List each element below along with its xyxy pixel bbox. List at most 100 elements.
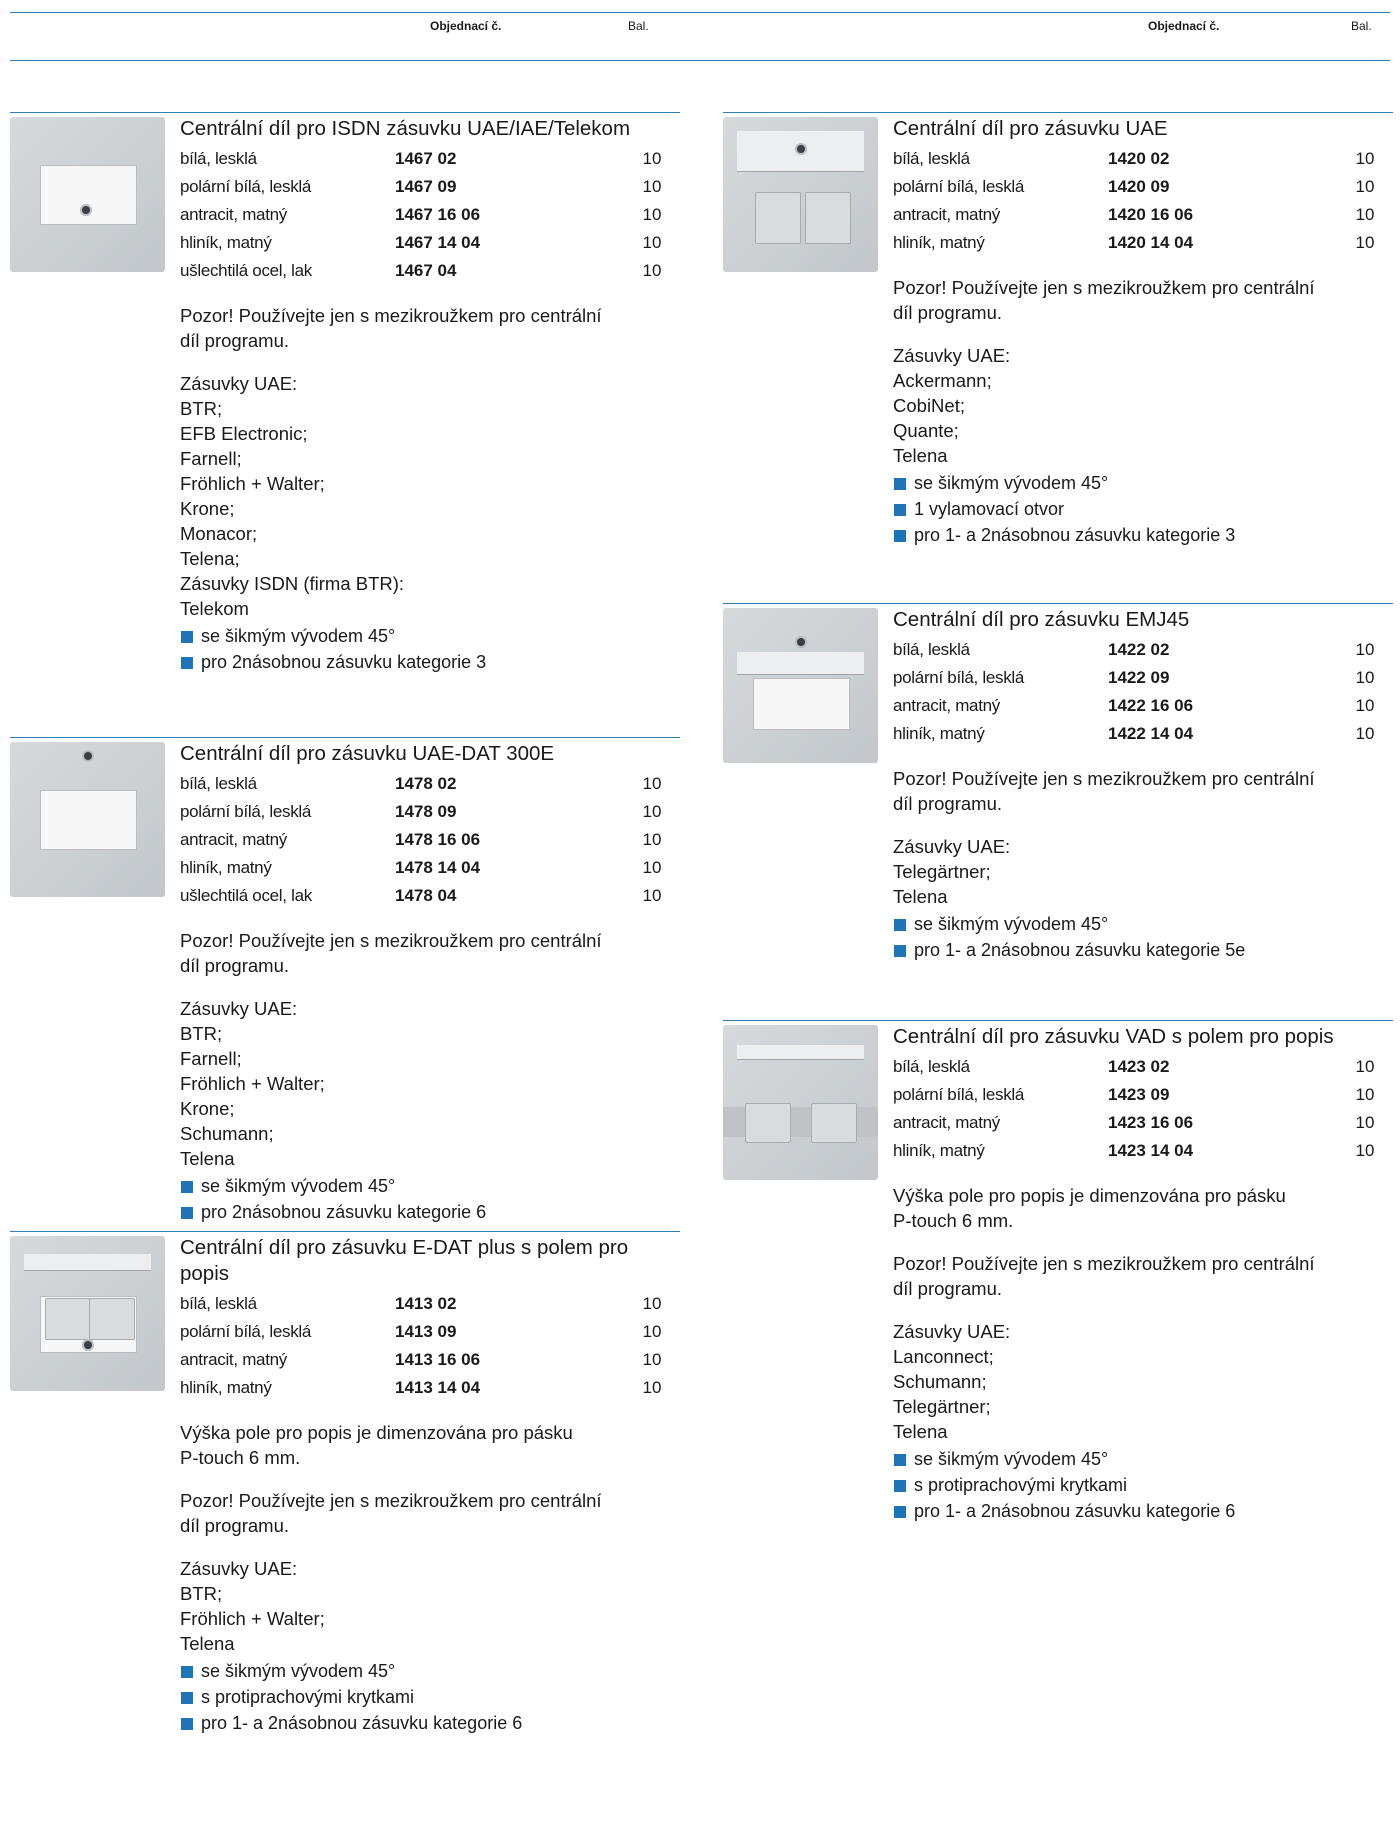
pack-quantity: 10 (642, 149, 662, 168)
header-order-label-left: Objednací č. (430, 19, 502, 33)
feature-item: pro 1- a 2násobnou zásuvku kategorie 6 (180, 1710, 680, 1736)
feature-item: se šikmým vývodem 45° (180, 623, 680, 649)
variant-row: polární bílá, lesklá 1413 09 10 (180, 1318, 677, 1346)
variant-row: polární bílá, lesklá 1467 09 10 (180, 173, 677, 201)
pack-quantity: 10 (642, 177, 662, 196)
variant-table: bílá, lesklá 1420 02 10 polární bílá, leskl… (893, 145, 1390, 257)
left-column: Centrální díl pro ISDN zásuvku UAE/IAE/T… (10, 112, 680, 1742)
variant-name: bílá, lesklá (893, 149, 970, 168)
product-image (10, 1236, 165, 1391)
warning-note-line: díl programu. (893, 793, 1002, 814)
compatible-sockets-line: Telegärtner; (893, 861, 991, 882)
product-title: Centrální díl pro ISDN zásuvku UAE/IAE/T… (180, 117, 631, 140)
warning-note: Pozor! Používejte jen s mezikroužkem pro… (180, 1488, 680, 1538)
order-number: 1423 14 04 (1108, 1141, 1194, 1160)
variant-name: antracit, matný (893, 205, 1000, 224)
variant-row: antracit, matný 1478 16 06 10 (180, 826, 677, 854)
variant-row: bílá, lesklá 1422 02 10 (893, 636, 1390, 664)
variant-table: bílá, lesklá 1423 02 10 polární bílá, leskl… (893, 1053, 1390, 1165)
warning-note: Pozor! Používejte jen s mezikroužkem pro… (893, 766, 1393, 816)
variant-row: antracit, matný 1420 16 06 10 (893, 201, 1390, 229)
product-image (10, 117, 165, 272)
feature-list: se šikmým vývodem 45° s protiprachovými k… (893, 1446, 1393, 1524)
compatible-sockets-line: Zásuvky UAE: (893, 345, 1011, 366)
compatible-sockets-line: Fröhlich + Walter; (180, 1608, 325, 1629)
variant-name: bílá, lesklá (893, 1057, 970, 1076)
order-number: 1422 14 04 (1108, 724, 1194, 743)
order-number: 1420 16 06 (1108, 205, 1194, 224)
variant-row: antracit, matný 1423 16 06 10 (893, 1109, 1390, 1137)
variant-name: hliník, matný (893, 724, 985, 743)
product-title: Centrální díl pro zásuvku UAE-DAT 300E (180, 742, 555, 765)
order-number: 1467 04 (395, 261, 457, 280)
pack-quantity: 10 (642, 802, 662, 821)
feature-item: pro 1- a 2násobnou zásuvku kategorie 5e (893, 937, 1393, 963)
product-title: Centrální díl pro zásuvku UAE (893, 117, 1168, 140)
header-pack-label-left: Bal. (628, 19, 649, 33)
order-number: 1422 02 (1108, 640, 1170, 659)
compatible-sockets-line: Krone; (180, 498, 235, 519)
feature-list: se šikmým vývodem 45° pro 2násobnou zásuv… (180, 623, 680, 675)
variant-name: ušlechtilá ocel, lak (180, 261, 312, 280)
variant-row: bílá, lesklá 1420 02 10 (893, 145, 1390, 173)
variant-name: hliník, matný (180, 858, 272, 877)
variant-table: bílá, lesklá 1413 02 10 polární bílá, leskl… (180, 1290, 677, 1402)
label-note-line: Výška pole pro popis je dimenzována pro … (180, 1422, 573, 1443)
feature-item: s protiprachovými krytkami (893, 1472, 1393, 1498)
compatible-sockets-line: Farnell; (180, 1048, 242, 1069)
variant-row: bílá, lesklá 1467 02 10 (180, 145, 677, 173)
feature-list: se šikmým vývodem 45° 1 vylamovací otvor p… (893, 470, 1393, 548)
order-number: 1413 09 (395, 1322, 457, 1341)
variant-name: hliník, matný (893, 233, 985, 252)
variant-row: hliník, matný 1413 14 04 10 (180, 1374, 677, 1402)
warning-note-line: Pozor! Používejte jen s mezikroužkem pro… (180, 305, 602, 326)
variant-name: polární bílá, lesklá (893, 668, 1025, 687)
order-number: 1467 14 04 (395, 233, 481, 252)
compatible-sockets-line: Lanconnect; (893, 1346, 994, 1367)
compatible-sockets: Zásuvky UAE: BTR; EFB Electronic; Farnell; F… (180, 371, 680, 621)
variant-row: polární bílá, lesklá 1422 09 10 (893, 664, 1390, 692)
variant-row: hliník, matný 1423 14 04 10 (893, 1137, 1390, 1165)
feature-item: pro 2násobnou zásuvku kategorie 3 (180, 649, 680, 675)
label-note: Výška pole pro popis je dimenzována pro … (180, 1420, 680, 1470)
warning-note-line: díl programu. (180, 1515, 289, 1536)
compatible-sockets-line: Monacor; (180, 523, 258, 544)
feature-item: se šikmým vývodem 45° (180, 1173, 680, 1199)
warning-note-line: díl programu. (180, 330, 289, 351)
variant-row: antracit, matný 1422 16 06 10 (893, 692, 1390, 720)
header-pack-label-right: Bal. (1351, 19, 1372, 33)
variant-name: polární bílá, lesklá (180, 177, 312, 196)
variant-name: antracit, matný (180, 205, 287, 224)
variant-name: polární bílá, lesklá (893, 1085, 1025, 1104)
pack-quantity: 10 (1355, 640, 1375, 659)
variant-name: antracit, matný (893, 1113, 1000, 1132)
pack-quantity: 10 (1355, 177, 1375, 196)
variant-row: antracit, matný 1413 16 06 10 (180, 1346, 677, 1374)
feature-item: pro 1- a 2násobnou zásuvku kategorie 3 (893, 522, 1393, 548)
pack-quantity: 10 (642, 1322, 662, 1341)
variant-name: bílá, lesklá (893, 640, 970, 659)
warning-note-line: Pozor! Používejte jen s mezikroužkem pro… (180, 1490, 602, 1511)
product-section: Centrální díl pro zásuvku VAD s polem pr… (723, 1020, 1393, 1524)
compatible-sockets-line: Farnell; (180, 448, 242, 469)
compatible-sockets-line: Telena (893, 445, 948, 466)
order-number: 1413 02 (395, 1294, 457, 1313)
feature-item: se šikmým vývodem 45° (180, 1658, 680, 1684)
order-number: 1478 02 (395, 774, 457, 793)
warning-note-line: Pozor! Používejte jen s mezikroužkem pro… (893, 277, 1315, 298)
compatible-sockets-line: Zásuvky UAE: (893, 836, 1011, 857)
product-image (723, 117, 878, 272)
order-number: 1413 14 04 (395, 1378, 481, 1397)
pack-quantity: 10 (1355, 149, 1375, 168)
feature-item: se šikmým vývodem 45° (893, 911, 1393, 937)
pack-quantity: 10 (1355, 1113, 1375, 1132)
compatible-sockets: Zásuvky UAE: Telegärtner; Telena (893, 834, 1393, 909)
warning-note: Pozor! Používejte jen s mezikroužkem pro… (180, 303, 680, 353)
order-number: 1422 09 (1108, 668, 1170, 687)
order-number: 1467 02 (395, 149, 457, 168)
variant-name: hliník, matný (180, 233, 272, 252)
compatible-sockets-line: Fröhlich + Walter; (180, 473, 325, 494)
pack-quantity: 10 (1355, 724, 1375, 743)
variant-row: polární bílá, lesklá 1478 09 10 (180, 798, 677, 826)
compatible-sockets-line: Quante; (893, 420, 959, 441)
